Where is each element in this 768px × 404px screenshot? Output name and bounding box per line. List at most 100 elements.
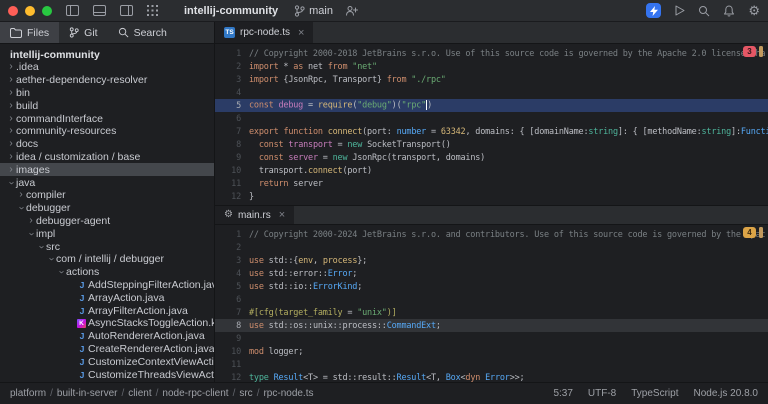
chevron-expanded-icon[interactable]: › <box>56 267 66 277</box>
chevron-collapsed-icon[interactable]: › <box>6 139 16 149</box>
tree-root-item[interactable]: intellij-community <box>0 48 214 61</box>
tree-item[interactable]: JCreateRendererAction.java <box>0 343 214 356</box>
breadcrumb-item[interactable]: client <box>128 388 151 399</box>
chevron-collapsed-icon[interactable]: › <box>16 190 26 200</box>
tree-item[interactable]: JCustomizeContextViewAction.java <box>0 355 214 368</box>
inspections-widget[interactable]: 3 <box>743 46 763 57</box>
breadcrumb-item[interactable]: rpc-node.ts <box>263 388 313 399</box>
code-line[interactable]: 4 <box>215 86 768 99</box>
tree-item[interactable]: ›aether-dependency-resolver <box>0 74 214 87</box>
panel-bottom-icon[interactable] <box>93 5 106 16</box>
tab-files[interactable]: Files <box>0 22 59 43</box>
chevron-collapsed-icon[interactable]: › <box>6 62 16 72</box>
tree-item[interactable]: ›actions <box>0 266 214 279</box>
search-everywhere-button[interactable] <box>698 5 710 17</box>
code-line[interactable]: 5const debug = require("debug")("rpc") <box>215 99 768 112</box>
chevron-collapsed-icon[interactable]: › <box>6 126 16 136</box>
tab-main-rs[interactable]: ⚙ main.rs × <box>215 206 294 224</box>
tree-item[interactable]: ›src <box>0 240 214 253</box>
tree-item[interactable]: JArrayAction.java <box>0 291 214 304</box>
tree-item[interactable]: ›docs <box>0 138 214 151</box>
chevron-collapsed-icon[interactable]: › <box>6 88 16 98</box>
status-file-encoding[interactable]: UTF-8 <box>588 388 616 399</box>
tree-item[interactable]: ›.idea <box>0 61 214 74</box>
code-line[interactable]: 6 <box>215 112 768 125</box>
tree-item[interactable]: ›build <box>0 99 214 112</box>
status-file-type[interactable]: TypeScript <box>631 388 678 399</box>
chevron-collapsed-icon[interactable]: › <box>26 216 36 226</box>
tab-rpc-node-ts[interactable]: TS rpc-node.ts × <box>215 22 313 43</box>
chevron-expanded-icon[interactable]: › <box>26 229 36 239</box>
tree-item[interactable]: JAutoRendererAction.java <box>0 330 214 343</box>
code-line[interactable]: 2import * as net from "net" <box>215 60 768 73</box>
code-line[interactable]: 8 const transport = new SocketTransport(… <box>215 138 768 151</box>
error-count-badge[interactable]: 3 <box>743 46 756 57</box>
breadcrumb-item[interactable]: node-rpc-client <box>162 388 228 399</box>
tree-item[interactable]: ›bin <box>0 87 214 100</box>
code-line[interactable]: 6 <box>215 293 768 306</box>
zoom-window-button[interactable] <box>42 6 52 16</box>
code-line[interactable]: 7export function connect(port: number = … <box>215 125 768 138</box>
vcs-branch-widget[interactable]: main <box>294 5 333 17</box>
code-line[interactable]: 11 return server <box>215 177 768 190</box>
code-line[interactable]: 9 <box>215 332 768 345</box>
panel-right-icon[interactable] <box>120 5 133 16</box>
tree-item[interactable]: JAddSteppingFilterAction.java <box>0 279 214 292</box>
inspections-widget[interactable]: 4 <box>743 227 763 238</box>
code-line[interactable]: 2 <box>215 241 768 254</box>
tree-item[interactable]: JArrayFilterAction.java <box>0 304 214 317</box>
chevron-expanded-icon[interactable]: › <box>16 203 26 213</box>
tree-item[interactable]: JCustomizeThreadsViewAction.java <box>0 368 214 381</box>
status-caret-position[interactable]: 5:37 <box>553 388 572 399</box>
code-line[interactable]: 10mod logger; <box>215 345 768 358</box>
code-line[interactable]: 1// Copyright 2000-2024 JetBrains s.r.o.… <box>215 228 768 241</box>
tree-item[interactable]: ›community-resources <box>0 125 214 138</box>
editor-rpc-node[interactable]: 3 1// Copyright 2000-2018 JetBrains s.r.… <box>215 44 768 205</box>
chevron-expanded-icon[interactable]: › <box>36 242 46 252</box>
code-line[interactable]: 5use std::io::ErrorKind; <box>215 280 768 293</box>
tree-item[interactable]: ›impl <box>0 227 214 240</box>
code-line[interactable]: 10 transport.connect(port) <box>215 164 768 177</box>
tree-item[interactable]: ›idea / customization / base <box>0 151 214 164</box>
breadcrumb-item[interactable]: built-in-server <box>57 388 118 399</box>
code-line[interactable]: 8use std::os::unix::process::CommandExt; <box>215 319 768 332</box>
chevron-collapsed-icon[interactable]: › <box>6 75 16 85</box>
code-line[interactable]: 12} <box>215 190 768 203</box>
run-button[interactable] <box>674 5 685 16</box>
code-line[interactable]: 1// Copyright 2000-2018 JetBrains s.r.o.… <box>215 47 768 60</box>
ai-assistant-button[interactable] <box>646 3 661 18</box>
chevron-expanded-icon[interactable]: › <box>6 178 16 188</box>
tree-item[interactable]: ›compiler <box>0 189 214 202</box>
chevron-collapsed-icon[interactable]: › <box>6 165 16 175</box>
chevron-collapsed-icon[interactable]: › <box>6 101 16 111</box>
close-tab-icon[interactable]: × <box>279 209 285 221</box>
breadcrumb-item[interactable]: src <box>239 388 252 399</box>
tree-item[interactable]: ›debugger <box>0 202 214 215</box>
code-line[interactable]: 4use std::error::Error; <box>215 267 768 280</box>
editor-main-rs[interactable]: 4 1// Copyright 2000-2024 JetBrains s.r.… <box>215 225 768 382</box>
tree-item[interactable]: KAsyncStacksToggleAction.kt <box>0 317 214 330</box>
tree-item[interactable]: ›debugger-agent <box>0 215 214 228</box>
breadcrumb-item[interactable]: platform <box>10 388 46 399</box>
settings-button[interactable]: ⚙ <box>748 4 760 17</box>
chevron-expanded-icon[interactable]: › <box>46 254 56 264</box>
code-with-me-icon[interactable] <box>345 5 358 17</box>
code-line[interactable]: 3use std::{env, process}; <box>215 254 768 267</box>
tree-item[interactable]: ›com / intellij / debugger <box>0 253 214 266</box>
tab-git[interactable]: Git <box>59 22 107 43</box>
code-line[interactable]: 12type Result<T> = std::result::Result<T… <box>215 371 768 382</box>
code-line[interactable]: 3import {JsonRpc, Transport} from "./rpc… <box>215 73 768 86</box>
close-tab-icon[interactable]: × <box>298 27 304 39</box>
tree-item[interactable]: ›commandInterface <box>0 112 214 125</box>
code-line[interactable]: 7#[cfg(target_family = "unix")] <box>215 306 768 319</box>
minimize-window-button[interactable] <box>25 6 35 16</box>
code-line[interactable]: 9 const server = new JsonRpc(transport, … <box>215 151 768 164</box>
windows-grid-icon[interactable] <box>147 5 158 16</box>
code-line[interactable]: 11 <box>215 358 768 371</box>
chevron-collapsed-icon[interactable]: › <box>6 114 16 124</box>
tree-item[interactable]: ›images <box>0 163 214 176</box>
status-runtime-version[interactable]: Node.js 20.8.0 <box>694 388 759 399</box>
close-window-button[interactable] <box>8 6 18 16</box>
panel-left-icon[interactable] <box>66 5 79 16</box>
tab-search[interactable]: Search <box>108 22 177 43</box>
